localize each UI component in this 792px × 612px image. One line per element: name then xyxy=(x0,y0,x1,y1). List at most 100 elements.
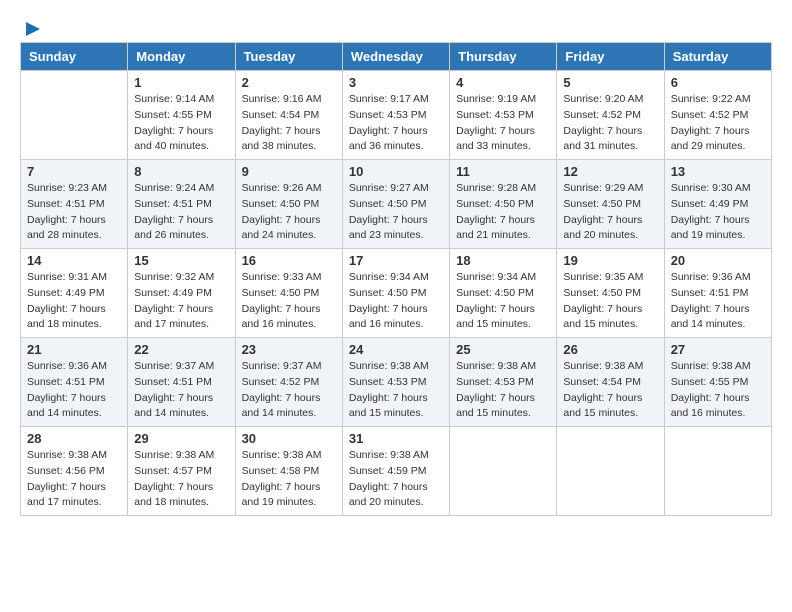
calendar-cell xyxy=(21,71,128,160)
calendar-cell: 28 Sunrise: 9:38 AMSunset: 4:56 PMDayligh… xyxy=(21,427,128,516)
day-info: Sunrise: 9:38 AMSunset: 4:55 PMDaylight:… xyxy=(671,359,765,422)
day-number: 24 xyxy=(349,342,443,357)
weekday-header: Monday xyxy=(128,43,235,71)
weekday-header: Wednesday xyxy=(342,43,449,71)
calendar-week-row: 21 Sunrise: 9:36 AMSunset: 4:51 PMDayligh… xyxy=(21,338,772,427)
calendar-cell: 4Sunrise: 9:19 AMSunset: 4:53 PMDaylight… xyxy=(450,71,557,160)
calendar-cell: 25 Sunrise: 9:38 AMSunset: 4:53 PMDayligh… xyxy=(450,338,557,427)
calendar-cell: 21 Sunrise: 9:36 AMSunset: 4:51 PMDayligh… xyxy=(21,338,128,427)
day-number: 14 xyxy=(27,253,121,268)
day-info: Sunrise: 9:37 AMSunset: 4:52 PMDaylight:… xyxy=(242,359,336,422)
day-number: 8 xyxy=(134,164,228,179)
calendar-cell: 14 Sunrise: 9:31 AMSunset: 4:49 PMDayligh… xyxy=(21,249,128,338)
day-info: Sunrise: 9:29 AMSunset: 4:50 PMDaylight:… xyxy=(563,181,657,244)
day-number: 1 xyxy=(134,75,228,90)
day-info: Sunrise: 9:36 AMSunset: 4:51 PMDaylight:… xyxy=(671,270,765,333)
day-number: 6 xyxy=(671,75,765,90)
day-info: Sunrise: 9:34 AMSunset: 4:50 PMDaylight:… xyxy=(456,270,550,333)
weekday-header: Sunday xyxy=(21,43,128,71)
day-info: Sunrise: 9:38 AMSunset: 4:58 PMDaylight:… xyxy=(242,448,336,511)
calendar-cell xyxy=(450,427,557,516)
day-info: Sunrise: 9:20 AMSunset: 4:52 PMDaylight:… xyxy=(563,92,657,155)
day-info: Sunrise: 9:27 AMSunset: 4:50 PMDaylight:… xyxy=(349,181,443,244)
day-number: 5 xyxy=(563,75,657,90)
calendar-week-row: 1Sunrise: 9:14 AMSunset: 4:55 PMDaylight… xyxy=(21,71,772,160)
calendar-cell: 7Sunrise: 9:23 AMSunset: 4:51 PMDaylight… xyxy=(21,160,128,249)
day-number: 16 xyxy=(242,253,336,268)
calendar-cell: 29 Sunrise: 9:38 AMSunset: 4:57 PMDayligh… xyxy=(128,427,235,516)
logo-flag-icon xyxy=(24,20,42,38)
day-info: Sunrise: 9:36 AMSunset: 4:51 PMDaylight:… xyxy=(27,359,121,422)
day-info: Sunrise: 9:26 AMSunset: 4:50 PMDaylight:… xyxy=(242,181,336,244)
day-number: 3 xyxy=(349,75,443,90)
calendar-cell xyxy=(664,427,771,516)
day-number: 30 xyxy=(242,431,336,446)
day-info: Sunrise: 9:34 AMSunset: 4:50 PMDaylight:… xyxy=(349,270,443,333)
calendar-cell: 5 Sunrise: 9:20 AMSunset: 4:52 PMDaylight… xyxy=(557,71,664,160)
day-number: 25 xyxy=(456,342,550,357)
day-info: Sunrise: 9:31 AMSunset: 4:49 PMDaylight:… xyxy=(27,270,121,333)
day-info: Sunrise: 9:24 AMSunset: 4:51 PMDaylight:… xyxy=(134,181,228,244)
day-number: 21 xyxy=(27,342,121,357)
day-number: 18 xyxy=(456,253,550,268)
day-info: Sunrise: 9:16 AMSunset: 4:54 PMDaylight:… xyxy=(242,92,336,155)
calendar-week-row: 28 Sunrise: 9:38 AMSunset: 4:56 PMDayligh… xyxy=(21,427,772,516)
calendar-cell: 23 Sunrise: 9:37 AMSunset: 4:52 PMDayligh… xyxy=(235,338,342,427)
day-number: 22 xyxy=(134,342,228,357)
day-info: Sunrise: 9:32 AMSunset: 4:49 PMDaylight:… xyxy=(134,270,228,333)
calendar-cell: 18 Sunrise: 9:34 AMSunset: 4:50 PMDayligh… xyxy=(450,249,557,338)
day-number: 7 xyxy=(27,164,121,179)
day-info: Sunrise: 9:38 AMSunset: 4:57 PMDaylight:… xyxy=(134,448,228,511)
calendar-cell: 1Sunrise: 9:14 AMSunset: 4:55 PMDaylight… xyxy=(128,71,235,160)
day-number: 2 xyxy=(242,75,336,90)
calendar-cell: 24Sunrise: 9:38 AMSunset: 4:53 PMDayligh… xyxy=(342,338,449,427)
day-info: Sunrise: 9:38 AMSunset: 4:56 PMDaylight:… xyxy=(27,448,121,511)
calendar-cell: 27Sunrise: 9:38 AMSunset: 4:55 PMDayligh… xyxy=(664,338,771,427)
calendar-cell: 15Sunrise: 9:32 AMSunset: 4:49 PMDayligh… xyxy=(128,249,235,338)
calendar-cell: 10 Sunrise: 9:27 AMSunset: 4:50 PMDayligh… xyxy=(342,160,449,249)
day-number: 19 xyxy=(563,253,657,268)
day-number: 4 xyxy=(456,75,550,90)
day-number: 28 xyxy=(27,431,121,446)
calendar-cell: 31 Sunrise: 9:38 AMSunset: 4:59 PMDayligh… xyxy=(342,427,449,516)
day-info: Sunrise: 9:17 AMSunset: 4:53 PMDaylight:… xyxy=(349,92,443,155)
day-number: 9 xyxy=(242,164,336,179)
day-info: Sunrise: 9:22 AMSunset: 4:52 PMDaylight:… xyxy=(671,92,765,155)
day-info: Sunrise: 9:38 AMSunset: 4:53 PMDaylight:… xyxy=(456,359,550,422)
calendar-cell: 19 Sunrise: 9:35 AMSunset: 4:50 PMDayligh… xyxy=(557,249,664,338)
day-number: 11 xyxy=(456,164,550,179)
calendar-cell: 13Sunrise: 9:30 AMSunset: 4:49 PMDayligh… xyxy=(664,160,771,249)
calendar-cell: 26 Sunrise: 9:38 AMSunset: 4:54 PMDayligh… xyxy=(557,338,664,427)
day-number: 12 xyxy=(563,164,657,179)
calendar-cell: 8 Sunrise: 9:24 AMSunset: 4:51 PMDaylight… xyxy=(128,160,235,249)
calendar-cell: 22 Sunrise: 9:37 AMSunset: 4:51 PMDayligh… xyxy=(128,338,235,427)
calendar-cell: 30 Sunrise: 9:38 AMSunset: 4:58 PMDayligh… xyxy=(235,427,342,516)
weekday-header: Thursday xyxy=(450,43,557,71)
calendar-cell: 3 Sunrise: 9:17 AMSunset: 4:53 PMDaylight… xyxy=(342,71,449,160)
day-number: 10 xyxy=(349,164,443,179)
calendar-cell: 12 Sunrise: 9:29 AMSunset: 4:50 PMDayligh… xyxy=(557,160,664,249)
calendar-cell: 9 Sunrise: 9:26 AMSunset: 4:50 PMDaylight… xyxy=(235,160,342,249)
calendar-cell: 17Sunrise: 9:34 AMSunset: 4:50 PMDayligh… xyxy=(342,249,449,338)
day-number: 29 xyxy=(134,431,228,446)
logo xyxy=(20,20,42,32)
day-number: 26 xyxy=(563,342,657,357)
day-info: Sunrise: 9:38 AMSunset: 4:59 PMDaylight:… xyxy=(349,448,443,511)
day-info: Sunrise: 9:28 AMSunset: 4:50 PMDaylight:… xyxy=(456,181,550,244)
day-number: 13 xyxy=(671,164,765,179)
weekday-header: Friday xyxy=(557,43,664,71)
weekday-header: Saturday xyxy=(664,43,771,71)
calendar-cell: 11 Sunrise: 9:28 AMSunset: 4:50 PMDayligh… xyxy=(450,160,557,249)
day-number: 23 xyxy=(242,342,336,357)
calendar-cell: 2 Sunrise: 9:16 AMSunset: 4:54 PMDaylight… xyxy=(235,71,342,160)
day-number: 31 xyxy=(349,431,443,446)
calendar-cell: 6 Sunrise: 9:22 AMSunset: 4:52 PMDaylight… xyxy=(664,71,771,160)
calendar-cell: 20Sunrise: 9:36 AMSunset: 4:51 PMDayligh… xyxy=(664,249,771,338)
weekday-header: Tuesday xyxy=(235,43,342,71)
day-info: Sunrise: 9:38 AMSunset: 4:54 PMDaylight:… xyxy=(563,359,657,422)
day-info: Sunrise: 9:37 AMSunset: 4:51 PMDaylight:… xyxy=(134,359,228,422)
day-info: Sunrise: 9:33 AMSunset: 4:50 PMDaylight:… xyxy=(242,270,336,333)
calendar-table: SundayMondayTuesdayWednesdayThursdayFrid… xyxy=(20,42,772,516)
calendar-week-row: 14 Sunrise: 9:31 AMSunset: 4:49 PMDayligh… xyxy=(21,249,772,338)
day-info: Sunrise: 9:35 AMSunset: 4:50 PMDaylight:… xyxy=(563,270,657,333)
